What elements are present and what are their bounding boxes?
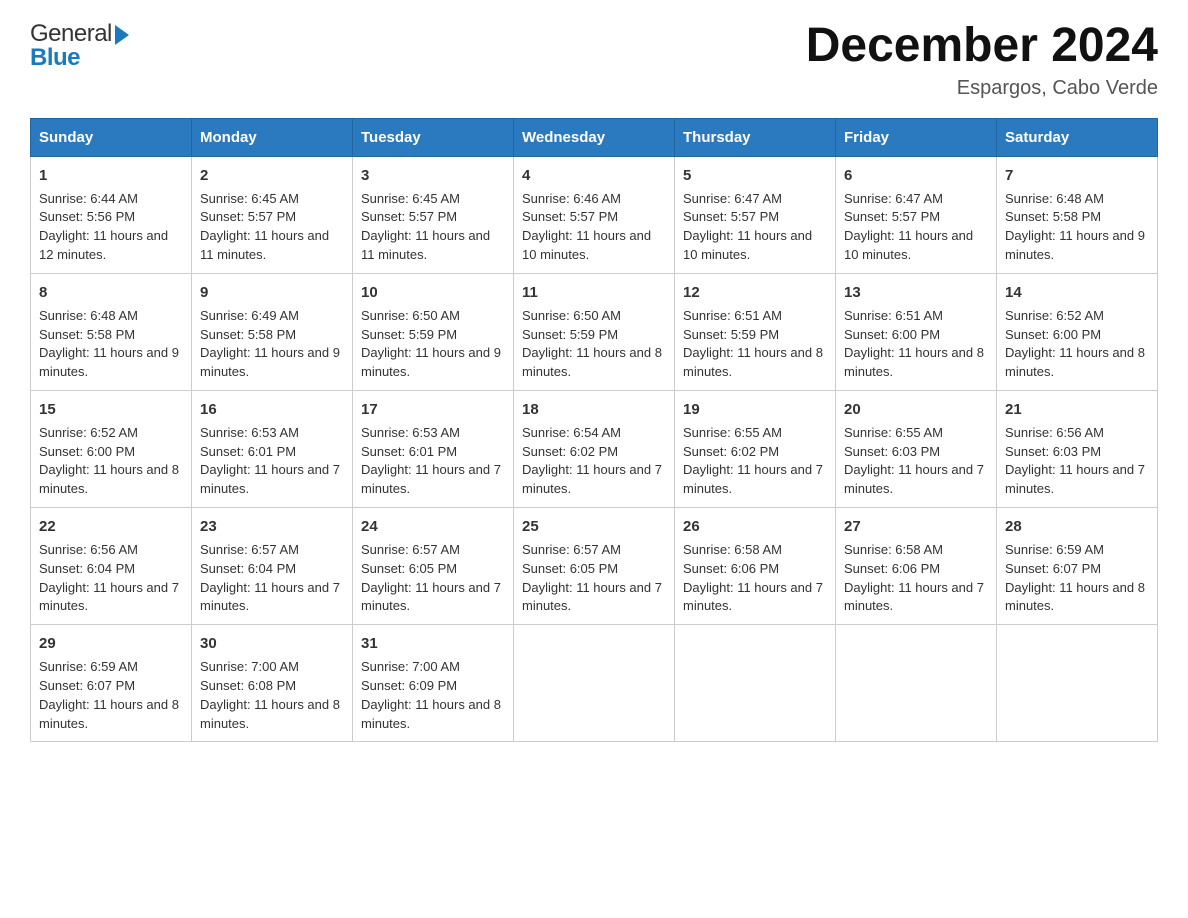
day-cell: 14Sunrise: 6:52 AMSunset: 6:00 PMDayligh… <box>997 273 1158 390</box>
day-cell: 5Sunrise: 6:47 AMSunset: 5:57 PMDaylight… <box>675 156 836 273</box>
day-cell: 3Sunrise: 6:45 AMSunset: 5:57 PMDaylight… <box>353 156 514 273</box>
day-cell: 18Sunrise: 6:54 AMSunset: 6:02 PMDayligh… <box>514 391 675 508</box>
header-cell-thursday: Thursday <box>675 118 836 156</box>
day-cell: 22Sunrise: 6:56 AMSunset: 6:04 PMDayligh… <box>31 508 192 625</box>
day-number: 16 <box>200 399 344 421</box>
day-cell: 17Sunrise: 6:53 AMSunset: 6:01 PMDayligh… <box>353 391 514 508</box>
day-cell: 25Sunrise: 6:57 AMSunset: 6:05 PMDayligh… <box>514 508 675 625</box>
day-number: 18 <box>522 399 666 421</box>
day-number: 13 <box>844 282 988 304</box>
week-row-5: 29Sunrise: 6:59 AMSunset: 6:07 PMDayligh… <box>31 625 1158 742</box>
day-cell: 27Sunrise: 6:58 AMSunset: 6:06 PMDayligh… <box>836 508 997 625</box>
month-title: December 2024 <box>806 20 1158 73</box>
header-cell-saturday: Saturday <box>997 118 1158 156</box>
day-cell: 30Sunrise: 7:00 AMSunset: 6:08 PMDayligh… <box>192 625 353 742</box>
day-cell: 16Sunrise: 6:53 AMSunset: 6:01 PMDayligh… <box>192 391 353 508</box>
day-number: 19 <box>683 399 827 421</box>
week-row-2: 8Sunrise: 6:48 AMSunset: 5:58 PMDaylight… <box>31 273 1158 390</box>
day-cell: 20Sunrise: 6:55 AMSunset: 6:03 PMDayligh… <box>836 391 997 508</box>
page-header: General Blue December 2024 Espargos, Cab… <box>30 20 1158 100</box>
logo: General Blue <box>30 20 129 72</box>
day-number: 25 <box>522 516 666 538</box>
title-section: December 2024 Espargos, Cabo Verde <box>806 20 1158 100</box>
day-number: 10 <box>361 282 505 304</box>
day-number: 31 <box>361 633 505 655</box>
day-number: 6 <box>844 165 988 187</box>
header-cell-friday: Friday <box>836 118 997 156</box>
day-cell: 4Sunrise: 6:46 AMSunset: 5:57 PMDaylight… <box>514 156 675 273</box>
day-cell: 12Sunrise: 6:51 AMSunset: 5:59 PMDayligh… <box>675 273 836 390</box>
day-number: 26 <box>683 516 827 538</box>
day-cell: 28Sunrise: 6:59 AMSunset: 6:07 PMDayligh… <box>997 508 1158 625</box>
day-number: 3 <box>361 165 505 187</box>
day-number: 11 <box>522 282 666 304</box>
day-number: 30 <box>200 633 344 655</box>
location-label: Espargos, Cabo Verde <box>806 77 1158 100</box>
header-cell-wednesday: Wednesday <box>514 118 675 156</box>
day-number: 15 <box>39 399 183 421</box>
week-row-1: 1Sunrise: 6:44 AMSunset: 5:56 PMDaylight… <box>31 156 1158 273</box>
header-row: SundayMondayTuesdayWednesdayThursdayFrid… <box>31 118 1158 156</box>
day-cell: 9Sunrise: 6:49 AMSunset: 5:58 PMDaylight… <box>192 273 353 390</box>
day-cell <box>997 625 1158 742</box>
calendar-body: 1Sunrise: 6:44 AMSunset: 5:56 PMDaylight… <box>31 156 1158 742</box>
day-cell: 10Sunrise: 6:50 AMSunset: 5:59 PMDayligh… <box>353 273 514 390</box>
day-number: 24 <box>361 516 505 538</box>
header-cell-tuesday: Tuesday <box>353 118 514 156</box>
week-row-4: 22Sunrise: 6:56 AMSunset: 6:04 PMDayligh… <box>31 508 1158 625</box>
day-number: 4 <box>522 165 666 187</box>
day-cell: 26Sunrise: 6:58 AMSunset: 6:06 PMDayligh… <box>675 508 836 625</box>
logo-arrow-icon <box>115 25 129 45</box>
day-cell <box>675 625 836 742</box>
day-number: 14 <box>1005 282 1149 304</box>
logo-blue-text: Blue <box>30 44 80 72</box>
day-number: 8 <box>39 282 183 304</box>
day-number: 9 <box>200 282 344 304</box>
day-cell: 21Sunrise: 6:56 AMSunset: 6:03 PMDayligh… <box>997 391 1158 508</box>
day-number: 5 <box>683 165 827 187</box>
week-row-3: 15Sunrise: 6:52 AMSunset: 6:00 PMDayligh… <box>31 391 1158 508</box>
day-number: 27 <box>844 516 988 538</box>
day-cell: 19Sunrise: 6:55 AMSunset: 6:02 PMDayligh… <box>675 391 836 508</box>
header-cell-sunday: Sunday <box>31 118 192 156</box>
day-number: 28 <box>1005 516 1149 538</box>
day-cell: 24Sunrise: 6:57 AMSunset: 6:05 PMDayligh… <box>353 508 514 625</box>
day-number: 2 <box>200 165 344 187</box>
day-number: 17 <box>361 399 505 421</box>
day-cell: 1Sunrise: 6:44 AMSunset: 5:56 PMDaylight… <box>31 156 192 273</box>
day-number: 29 <box>39 633 183 655</box>
day-cell: 13Sunrise: 6:51 AMSunset: 6:00 PMDayligh… <box>836 273 997 390</box>
day-cell: 8Sunrise: 6:48 AMSunset: 5:58 PMDaylight… <box>31 273 192 390</box>
day-number: 20 <box>844 399 988 421</box>
day-cell: 31Sunrise: 7:00 AMSunset: 6:09 PMDayligh… <box>353 625 514 742</box>
calendar-header: SundayMondayTuesdayWednesdayThursdayFrid… <box>31 118 1158 156</box>
day-number: 12 <box>683 282 827 304</box>
day-number: 22 <box>39 516 183 538</box>
day-number: 1 <box>39 165 183 187</box>
day-number: 21 <box>1005 399 1149 421</box>
day-cell: 29Sunrise: 6:59 AMSunset: 6:07 PMDayligh… <box>31 625 192 742</box>
day-cell: 2Sunrise: 6:45 AMSunset: 5:57 PMDaylight… <box>192 156 353 273</box>
day-cell: 15Sunrise: 6:52 AMSunset: 6:00 PMDayligh… <box>31 391 192 508</box>
day-cell: 11Sunrise: 6:50 AMSunset: 5:59 PMDayligh… <box>514 273 675 390</box>
day-cell: 7Sunrise: 6:48 AMSunset: 5:58 PMDaylight… <box>997 156 1158 273</box>
day-cell <box>514 625 675 742</box>
day-cell: 23Sunrise: 6:57 AMSunset: 6:04 PMDayligh… <box>192 508 353 625</box>
header-cell-monday: Monday <box>192 118 353 156</box>
calendar-table: SundayMondayTuesdayWednesdayThursdayFrid… <box>30 118 1158 743</box>
day-cell <box>836 625 997 742</box>
day-cell: 6Sunrise: 6:47 AMSunset: 5:57 PMDaylight… <box>836 156 997 273</box>
day-number: 23 <box>200 516 344 538</box>
day-number: 7 <box>1005 165 1149 187</box>
